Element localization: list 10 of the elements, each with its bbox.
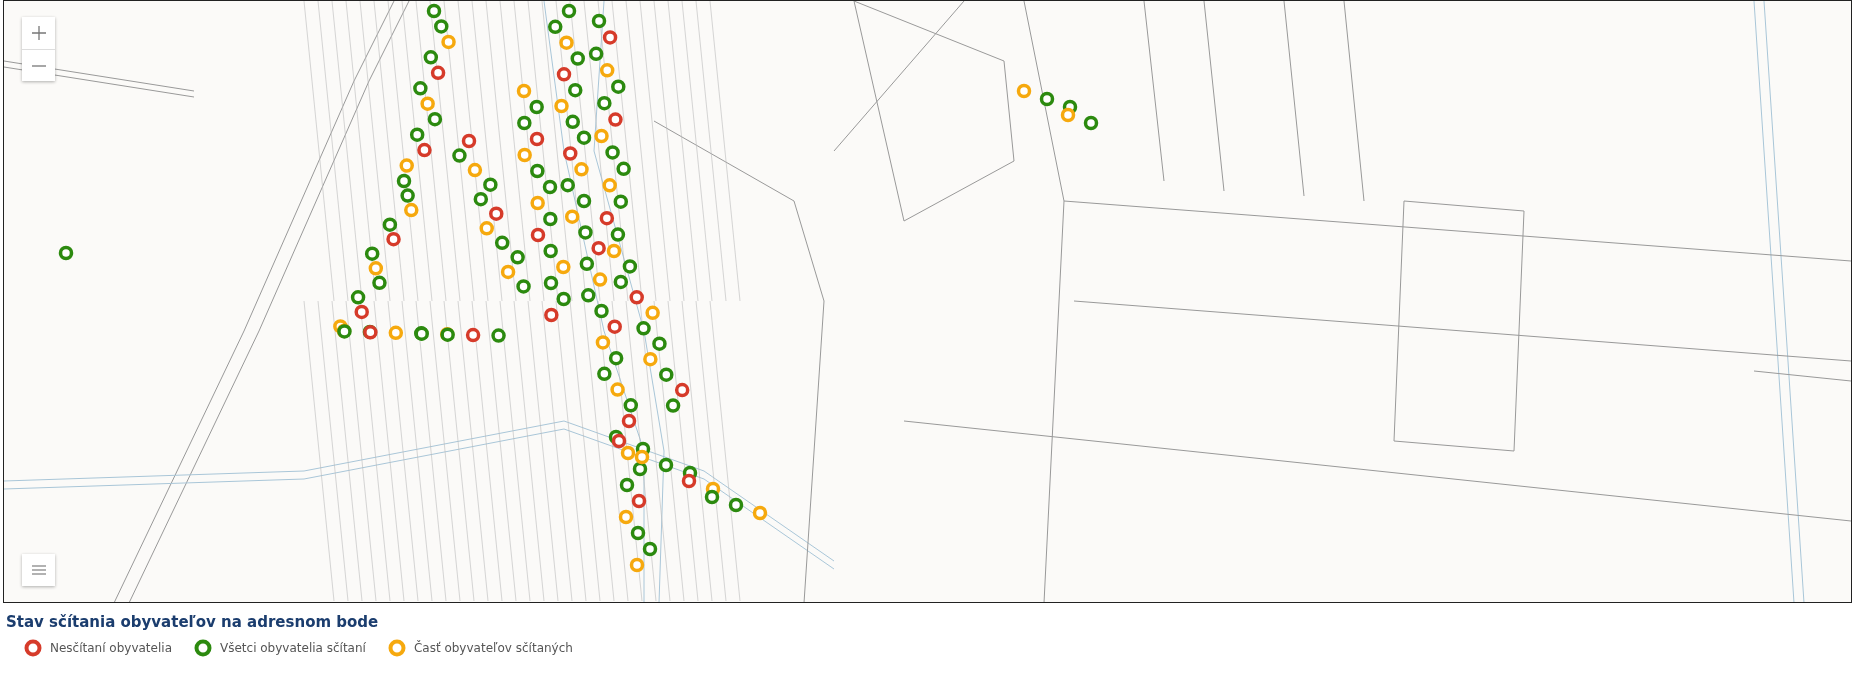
zoom-out-icon [31, 64, 46, 67]
legend-label: Nesčítaní obyvatelia [50, 641, 172, 655]
menu-icon [31, 565, 46, 575]
legend-label: Všetci obyvatelia sčítaní [220, 641, 366, 655]
zoom-in-icon [30, 25, 47, 41]
legend-label: Časť obyvateľov sčítaných [413, 641, 573, 655]
legend-title: Stav sčítania obyvateľov na adresnom bode [6, 613, 379, 631]
zoom-in-button[interactable] [22, 17, 55, 49]
zoom-out-button[interactable] [22, 49, 55, 81]
layers-button[interactable] [22, 554, 55, 586]
